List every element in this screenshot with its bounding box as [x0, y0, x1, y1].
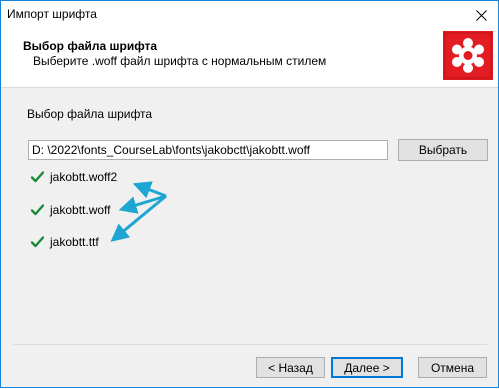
close-icon: [475, 10, 487, 21]
header-title: Выбор файла шрифта: [23, 39, 158, 53]
footer-divider: [13, 344, 487, 345]
browse-button[interactable]: Выбрать: [398, 139, 488, 161]
file-status-row: jakobtt.woff2: [31, 169, 117, 185]
title-bar[interactable]: Импорт шрифта: [1, 1, 498, 30]
import-font-dialog: Импорт шрифта Выбор файла шрифта Выберит…: [0, 0, 499, 388]
file-name: jakobtt.ttf: [50, 235, 99, 249]
header-subtitle: Выберите .woff файл шрифта с нормальным …: [33, 54, 327, 68]
cancel-button[interactable]: Отмена: [418, 357, 487, 378]
file-name: jakobtt.woff2: [50, 170, 118, 184]
close-button[interactable]: [464, 1, 498, 30]
file-path-field[interactable]: [28, 140, 388, 160]
file-name: jakobtt.woff: [50, 203, 111, 217]
arrow-ttf: [110, 194, 167, 242]
app-logo-icon: [443, 31, 493, 80]
file-status-row: jakobtt.ttf: [31, 234, 99, 250]
window-title: Импорт шрифта: [7, 7, 97, 21]
arrow-woff: [118, 194, 167, 214]
back-button[interactable]: < Назад: [256, 357, 325, 378]
arrow-woff2: [132, 181, 167, 199]
wizard-header: Выбор файла шрифта Выберите .woff файл ш…: [1, 30, 498, 88]
checkmark-icon: [31, 236, 44, 248]
checkmark-icon: [31, 171, 44, 183]
checkmark-icon: [31, 204, 44, 216]
next-button[interactable]: Далее >: [331, 357, 403, 378]
file-status-row: jakobtt.woff: [31, 202, 110, 218]
section-label: Выбор файла шрифта: [27, 107, 153, 121]
